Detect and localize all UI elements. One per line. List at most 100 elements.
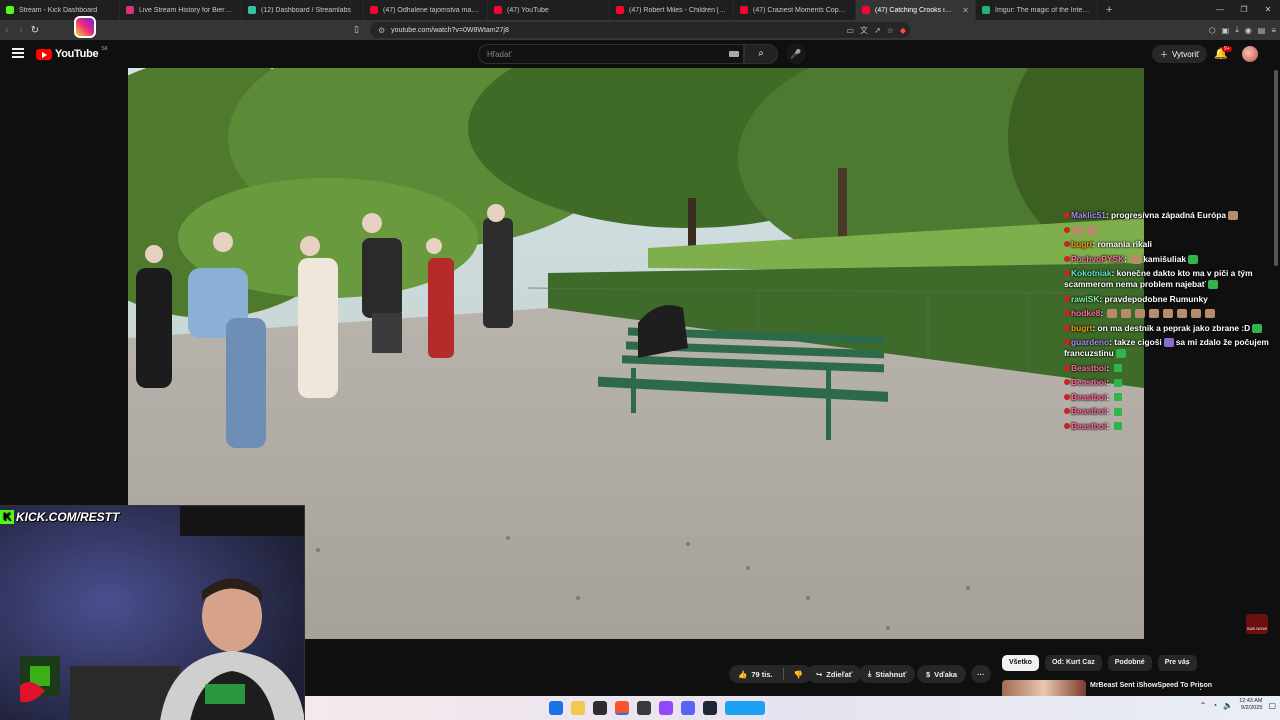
thanks-button[interactable]: $ Vďaka bbox=[917, 665, 967, 683]
chat-username[interactable]: Kokotniak bbox=[1071, 268, 1112, 278]
chat-username[interactable]: bugrt bbox=[1071, 323, 1092, 333]
chat-username[interactable]: Maklic51 bbox=[1071, 210, 1106, 220]
keyboard-icon[interactable] bbox=[729, 51, 739, 57]
taskbar-clock[interactable]: 12:43 AM 9/2/2025 bbox=[1239, 698, 1262, 712]
chevron-right-icon[interactable]: › bbox=[1186, 657, 1189, 667]
share-button[interactable]: ↪ Zdieľať bbox=[807, 665, 862, 683]
profile-icon[interactable]: ◉ bbox=[1245, 26, 1252, 35]
tab-favicon-icon bbox=[370, 6, 378, 14]
extension-icons: ⬡ ▣ ⤓ ◉ ▤ ≡ bbox=[1209, 20, 1276, 40]
terminal-icon[interactable] bbox=[593, 701, 607, 715]
browser-tab[interactable]: (47) Craziest Moments Cops Face Of bbox=[734, 0, 856, 20]
url-text: youtube.com/watch?v=0W8Wtam27j8 bbox=[391, 26, 509, 34]
video-menu-icon[interactable]: ⋮ bbox=[1196, 681, 1205, 692]
extensions-icon[interactable]: ⬡ bbox=[1209, 26, 1216, 35]
chat-username[interactable]: guardeno bbox=[1071, 337, 1109, 347]
twitch-icon[interactable] bbox=[659, 701, 673, 715]
minimize-button[interactable]: — bbox=[1208, 0, 1232, 20]
chat-username[interactable]: Beastboi bbox=[1071, 421, 1106, 431]
close-window-button[interactable]: ✕ bbox=[1256, 0, 1280, 20]
discord-icon[interactable] bbox=[681, 701, 695, 715]
chat-username[interactable]: Beastboi bbox=[1071, 406, 1106, 416]
search-input[interactable]: Hľadať bbox=[478, 44, 744, 64]
chat-username[interactable]: Beastboi bbox=[1071, 377, 1106, 387]
wifi-icon[interactable]: ◔ bbox=[1212, 701, 1217, 710]
browser-tab[interactable]: Stream - Kick Dashboard bbox=[0, 0, 120, 20]
chat-message: bugrt: romania rikali bbox=[1064, 239, 1276, 250]
share-icon[interactable]: ↗ bbox=[874, 26, 881, 35]
star-icon[interactable]: ☆ bbox=[887, 26, 894, 35]
create-button[interactable]: ＋ Vytvoriť bbox=[1152, 45, 1208, 63]
download-label: Stiahnuť bbox=[875, 669, 907, 679]
file-explorer-icon[interactable] bbox=[571, 701, 585, 715]
chat-badge-icon bbox=[1064, 241, 1070, 247]
start-icon[interactable] bbox=[549, 701, 563, 715]
chip-related[interactable]: Podobné bbox=[1107, 655, 1152, 671]
bookmark-icon[interactable]: ▯ bbox=[354, 24, 359, 35]
translate-icon[interactable]: 文 bbox=[860, 25, 868, 36]
maximize-button[interactable]: ❐ bbox=[1232, 0, 1256, 20]
chat-message: Beastboi: bbox=[1064, 421, 1276, 432]
voice-search-button[interactable]: 🎤 bbox=[786, 44, 806, 64]
tab-favicon-icon bbox=[126, 6, 134, 14]
new-tab-button[interactable]: + bbox=[1098, 4, 1120, 16]
download-icon[interactable]: ⤓ bbox=[1235, 25, 1239, 35]
avatar[interactable] bbox=[1242, 46, 1258, 62]
check-emote-icon bbox=[1113, 378, 1122, 387]
stream-chat-overlay: Maklic51: progresívna západná Európa bugr… bbox=[1064, 210, 1276, 435]
chat-username[interactable]: Beastboi bbox=[1071, 392, 1106, 402]
weather-widget-icon[interactable] bbox=[725, 701, 765, 715]
like-icon[interactable]: 👍 bbox=[738, 670, 747, 679]
dislike-icon[interactable]: 👎 bbox=[794, 670, 803, 679]
wallet-icon[interactable]: ▣ bbox=[1222, 26, 1230, 35]
chat-badge-icon bbox=[1064, 324, 1070, 331]
like-count[interactable]: 79 tis. bbox=[751, 670, 772, 679]
video-title[interactable]: MrBeast Sent iShowSpeed To Prison bbox=[1090, 681, 1270, 690]
chat-username[interactable]: hodke8 bbox=[1071, 308, 1100, 318]
browser-tab[interactable]: (47) YouTube bbox=[488, 0, 610, 20]
youtube-logo[interactable]: YouTube SK bbox=[36, 46, 108, 60]
menu-burger-icon[interactable] bbox=[12, 48, 24, 58]
forward-icon[interactable]: › bbox=[14, 25, 28, 36]
more-actions-button[interactable]: ··· bbox=[971, 665, 991, 683]
browser-tab[interactable]: Imgur: The magic of the Internet bbox=[976, 0, 1098, 20]
chat-emote-icon bbox=[1163, 309, 1174, 319]
notifications-icon[interactable]: ▢ bbox=[1268, 701, 1276, 710]
obs-icon[interactable] bbox=[637, 701, 651, 715]
tab-title: Stream - Kick Dashboard bbox=[19, 6, 98, 14]
chip-all[interactable]: Všetko bbox=[1002, 655, 1039, 671]
site-info-icon[interactable]: ⚙ bbox=[378, 26, 385, 35]
chat-separator: : bbox=[1106, 420, 1112, 431]
back-icon[interactable]: ‹ bbox=[0, 25, 14, 36]
browser-tab[interactable]: (12) Dashboard / Streamlabs bbox=[242, 0, 364, 20]
youtube-wordmark: YouTube bbox=[55, 48, 99, 60]
steam-icon[interactable] bbox=[703, 701, 717, 715]
close-tab-icon[interactable]: ✕ bbox=[962, 6, 969, 15]
brave-browser-icon[interactable] bbox=[615, 701, 629, 715]
search-button[interactable]: ⌕ bbox=[744, 44, 778, 64]
browser-tab[interactable]: (47) Odhalene tajomstva magie a ku bbox=[364, 0, 488, 20]
chip-for-you[interactable]: Pre vás bbox=[1157, 655, 1197, 671]
browser-tab[interactable]: (47) Robert Miles - Children [Dream bbox=[610, 0, 734, 20]
chat-username[interactable]: rawiSK bbox=[1071, 294, 1099, 304]
chat-text: on ma destnik a peprak jako zbrane :D bbox=[1097, 322, 1251, 333]
download-button[interactable]: ⤓ Stiahnuť bbox=[859, 665, 916, 683]
channel-watermark[interactable]: SUB NOW! bbox=[1246, 614, 1268, 634]
menu-icon[interactable]: ≡ bbox=[1271, 26, 1276, 35]
brave-shield-icon[interactable]: ◆ bbox=[900, 26, 906, 35]
chat-username[interactable]: Beastboi bbox=[1071, 363, 1106, 373]
chat-username[interactable]: PochvoPYSK bbox=[1071, 254, 1124, 264]
url-field[interactable]: ⚙ youtube.com/watch?v=0W8Wtam27j8 ▭ 文 ↗ … bbox=[370, 22, 910, 38]
chat-username[interactable]: bugrt bbox=[1071, 239, 1092, 249]
browser-tab[interactable]: Live Stream History for Bierp Shares bbox=[120, 0, 242, 20]
chip-from-channel[interactable]: Od: Kurt Caz bbox=[1044, 655, 1102, 671]
reload-icon[interactable]: ↻ bbox=[28, 25, 42, 36]
install-icon[interactable]: ▭ bbox=[846, 26, 854, 35]
chat-message: Beastboi: bbox=[1064, 377, 1276, 388]
browser-tab[interactable]: (47) Catching Crooks in Paris ✕ bbox=[856, 0, 976, 20]
chevron-up-icon[interactable]: ⌃ bbox=[1200, 701, 1207, 710]
sidebar-icon[interactable]: ▤ bbox=[1258, 26, 1266, 35]
volume-icon[interactable]: 🔈 bbox=[1223, 701, 1233, 710]
tab-favicon-icon bbox=[740, 6, 748, 14]
chat-message: Beastboi: bbox=[1064, 406, 1276, 417]
